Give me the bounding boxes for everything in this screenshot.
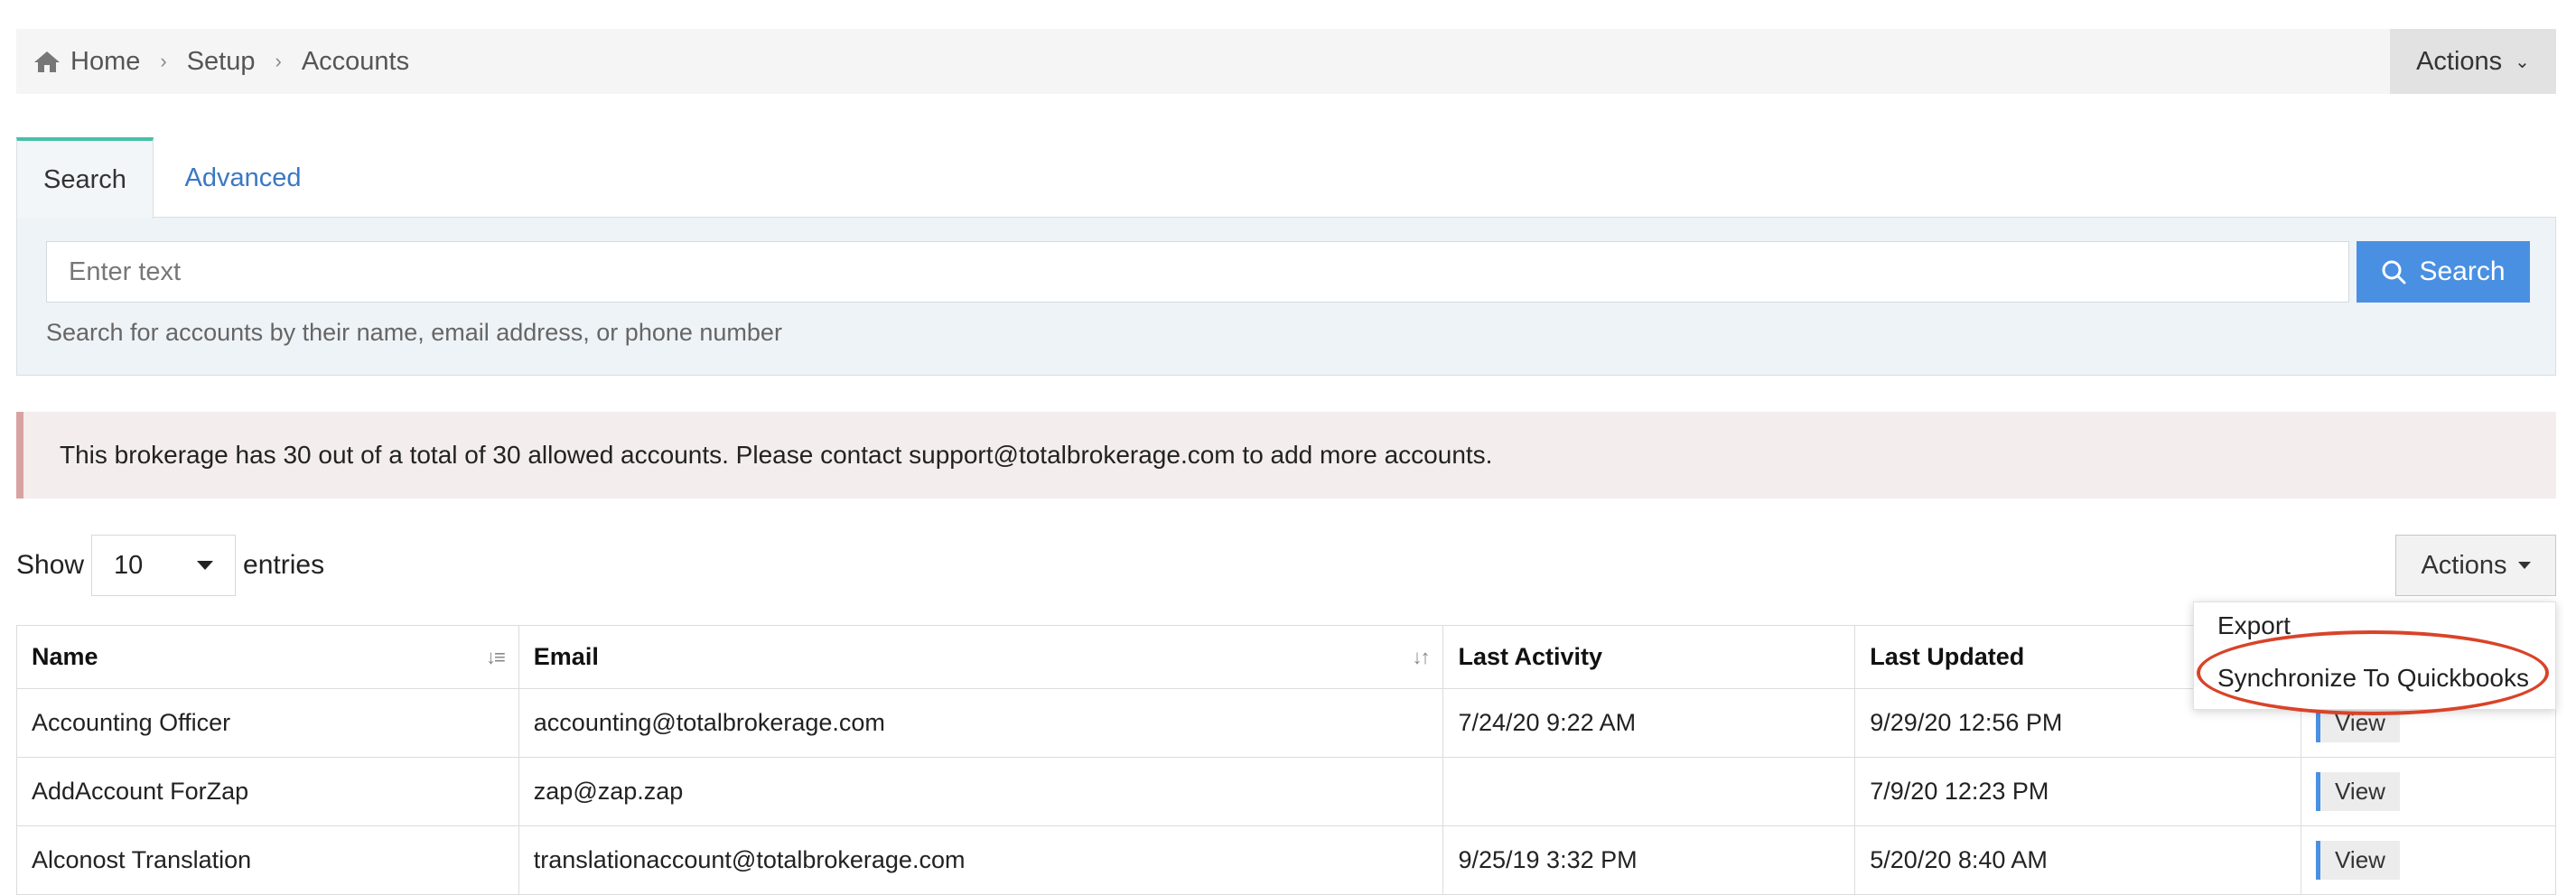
table-row: Accounting Officer accounting@totalbroke… bbox=[16, 688, 2556, 758]
caret-down-icon bbox=[197, 561, 214, 570]
table-actions-label: Actions bbox=[2421, 550, 2507, 580]
search-button[interactable]: Search bbox=[2357, 241, 2530, 303]
column-header-name[interactable]: Name ↓≡ bbox=[16, 625, 519, 689]
account-name-link[interactable]: Alconost Translation bbox=[16, 825, 519, 895]
chevron-right-icon: › bbox=[160, 50, 167, 72]
breadcrumb: Home › Setup › Accounts bbox=[33, 29, 409, 94]
menu-item-synchronize-quickbooks[interactable]: Synchronize To Quickbooks bbox=[2217, 664, 2529, 693]
entries-value: 10 bbox=[114, 550, 144, 580]
entries-label: entries bbox=[243, 550, 325, 580]
last-updated: 5/20/20 8:40 AM bbox=[1854, 825, 2302, 895]
column-header-last-activity[interactable]: Last Activity bbox=[1442, 625, 1856, 689]
search-button-label: Search bbox=[2419, 256, 2506, 286]
caret-down-icon bbox=[2517, 562, 2531, 569]
view-button[interactable]: View bbox=[2316, 841, 2400, 880]
last-activity: 7/24/20 9:22 AM bbox=[1442, 688, 1856, 758]
last-activity: 9/25/19 3:32 PM bbox=[1442, 825, 1856, 895]
account-email: accounting@totalbrokerage.com bbox=[518, 688, 1444, 758]
account-email: translationaccount@totalbrokerage.com bbox=[518, 825, 1444, 895]
search-icon bbox=[2382, 260, 2406, 284]
tab-advanced[interactable]: Advanced bbox=[166, 137, 320, 219]
search-help-text: Search for accounts by their name, email… bbox=[46, 319, 782, 346]
show-label: Show bbox=[16, 550, 85, 580]
account-limit-alert: This brokerage has 30 out of a total of … bbox=[16, 412, 2556, 499]
page-actions-button[interactable]: Actions ⌄ bbox=[2390, 29, 2556, 94]
last-activity bbox=[1442, 757, 1856, 826]
page-actions-label: Actions bbox=[2416, 46, 2503, 76]
account-email: zap@zap.zap bbox=[518, 757, 1444, 826]
breadcrumb-bar: Home › Setup › Accounts Actions ⌄ bbox=[16, 29, 2556, 94]
search-input[interactable] bbox=[46, 241, 2349, 303]
breadcrumb-setup[interactable]: Setup bbox=[187, 47, 256, 77]
table-row: AddAccount ForZap zap@zap.zap 7/9/20 12:… bbox=[16, 757, 2556, 826]
search-panel: Search Search for accounts by their name… bbox=[16, 217, 2556, 376]
column-header-email[interactable]: Email ↓↑ bbox=[518, 625, 1444, 689]
sort-ascending-icon: ↓≡ bbox=[485, 646, 506, 668]
tab-search[interactable]: Search bbox=[16, 137, 154, 219]
alert-text: This brokerage has 30 out of a total of … bbox=[60, 441, 1493, 469]
table-actions-button[interactable]: Actions bbox=[2395, 535, 2556, 596]
menu-item-export[interactable]: Export bbox=[2217, 611, 2291, 640]
table-header-row: Name ↓≡ Email ↓↑ Last Activity Last Upda… bbox=[16, 625, 2556, 689]
sort-icon: ↓↑ bbox=[1412, 646, 1430, 668]
chevron-right-icon: › bbox=[275, 50, 282, 72]
entries-length-control: Show 10 entries bbox=[16, 533, 324, 598]
table-row: Alconost Translation translationaccount@… bbox=[16, 825, 2556, 895]
accounts-table: Name ↓≡ Email ↓↑ Last Activity Last Upda… bbox=[16, 625, 2556, 895]
account-name-link[interactable]: AddAccount ForZap bbox=[16, 757, 519, 826]
row-actions-cell: View bbox=[2301, 825, 2556, 895]
last-updated: 7/9/20 12:23 PM bbox=[1854, 757, 2302, 826]
breadcrumb-home[interactable]: Home bbox=[70, 47, 140, 77]
home-icon[interactable] bbox=[33, 49, 61, 74]
row-actions-cell: View bbox=[2301, 757, 2556, 826]
entries-select[interactable]: 10 bbox=[91, 535, 237, 596]
breadcrumb-accounts: Accounts bbox=[301, 46, 410, 76]
account-name-link[interactable]: Accounting Officer bbox=[16, 688, 519, 758]
chevron-down-icon: ⌄ bbox=[2515, 51, 2530, 72]
view-button[interactable]: View bbox=[2316, 772, 2400, 811]
table-actions-menu: Export Synchronize To Quickbooks bbox=[2193, 601, 2556, 710]
